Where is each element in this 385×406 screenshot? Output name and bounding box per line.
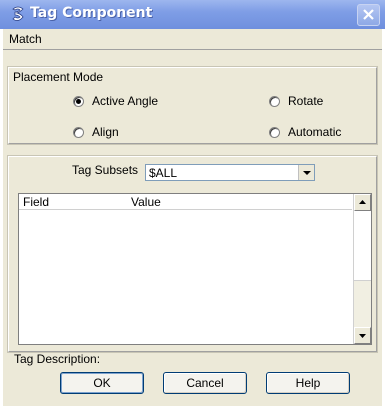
window-title: Tag Component (30, 5, 153, 21)
tag-subsets-label: Tag Subsets (72, 163, 139, 177)
tag-component-window: Tag Component Match Placement Mode Activ… (0, 0, 385, 406)
radio-selected-dot (76, 99, 81, 104)
vertical-scrollbar[interactable] (353, 194, 371, 344)
close-icon (363, 9, 374, 20)
help-button-label: Help (295, 376, 321, 390)
column-header-field[interactable]: Field (23, 195, 49, 209)
radio-active-angle[interactable] (73, 96, 84, 107)
column-header-value[interactable]: Value (131, 195, 161, 209)
rotate-label: Rotate (288, 94, 324, 108)
placement-mode-label: Placement Mode (13, 70, 104, 84)
cancel-button-label: Cancel (186, 376, 224, 390)
align-label: Align (92, 125, 119, 139)
combo-dropdown-button[interactable] (298, 165, 314, 180)
menu-bar: Match (3, 29, 382, 49)
automatic-label: Automatic (288, 125, 342, 139)
chevron-down-icon (303, 171, 311, 175)
dialog-body: Match Placement Mode Active Angle Rotate… (3, 29, 382, 406)
list-header: Field Value (19, 194, 352, 210)
tag-field-list[interactable]: Field Value (18, 193, 372, 345)
microstation-icon (12, 6, 24, 21)
menu-divider (3, 49, 382, 50)
close-button[interactable] (357, 4, 380, 26)
tag-description-label: Tag Description: (14, 352, 101, 366)
ok-button-label: OK (93, 376, 111, 390)
active-angle-label: Active Angle (92, 94, 159, 108)
cancel-button[interactable]: Cancel (163, 372, 247, 394)
help-button[interactable]: Help (266, 372, 350, 394)
scroll-up-button[interactable] (354, 194, 371, 211)
scroll-down-button[interactable] (354, 327, 371, 344)
title-bar[interactable]: Tag Component (0, 0, 385, 29)
menu-item-match[interactable]: Match (9, 32, 42, 46)
arrow-up-icon (359, 200, 366, 204)
radio-align[interactable] (73, 127, 84, 138)
tag-subsets-value: $ALL (149, 166, 178, 180)
ok-button[interactable]: OK (60, 372, 144, 394)
arrow-down-icon (359, 334, 366, 338)
scroll-thumb[interactable] (354, 211, 371, 281)
radio-automatic[interactable] (269, 127, 280, 138)
tag-subsets-select[interactable]: $ALL (145, 164, 315, 181)
radio-rotate[interactable] (269, 96, 280, 107)
